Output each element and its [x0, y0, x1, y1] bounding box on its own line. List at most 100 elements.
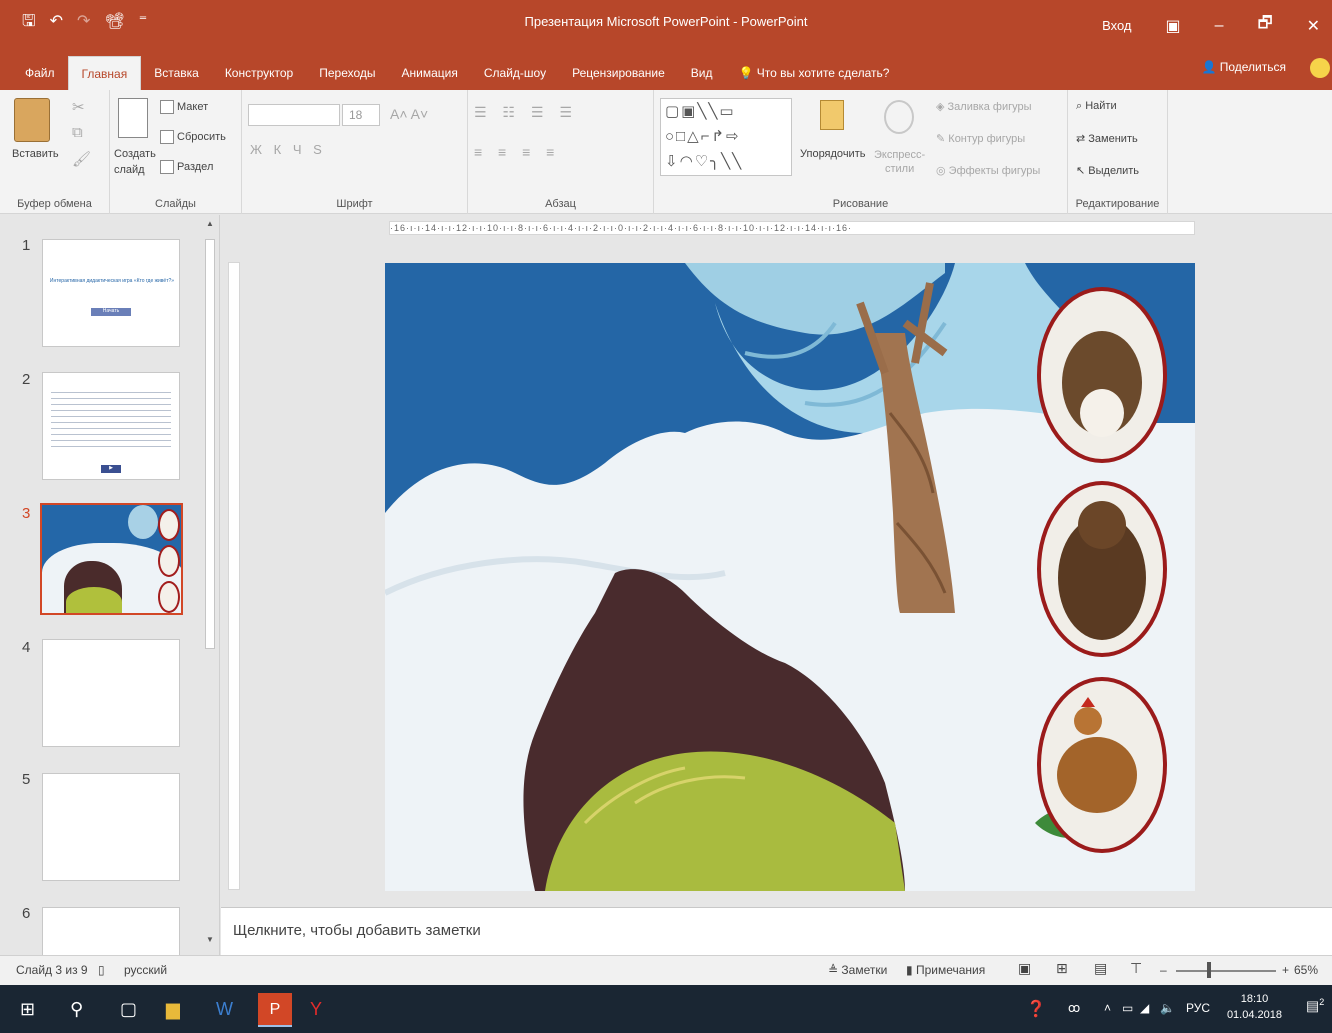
powerpoint-taskbar-icon[interactable]: P: [258, 993, 292, 1027]
language-indicator[interactable]: русский: [124, 963, 167, 977]
bear-oval[interactable]: [1037, 481, 1167, 657]
new-slide-button[interactable]: Создать слайд: [114, 146, 156, 178]
select-label: Выделить: [1088, 165, 1140, 177]
zoom-slider-thumb[interactable]: [1206, 962, 1211, 978]
reading-view-icon[interactable]: ▤: [1094, 960, 1107, 977]
slide-thumbnail-1[interactable]: Интерактивная дидактическая игра «Кто гд…: [42, 239, 180, 347]
minimize-button[interactable]: –: [1215, 17, 1224, 35]
slide-thumbnail-6[interactable]: [42, 907, 180, 955]
paste-icon[interactable]: [14, 98, 50, 142]
reset-button[interactable]: Сбросить: [160, 130, 226, 144]
shape-outline-button[interactable]: ✎ Контур фигуры: [936, 132, 1025, 145]
close-button[interactable]: ✕: [1307, 16, 1320, 36]
zoom-out-button[interactable]: –: [1160, 963, 1167, 977]
thumbnails-scrollbar[interactable]: ▲ ▼: [203, 215, 217, 955]
slide-thumbnail-5[interactable]: [42, 773, 180, 881]
action-center-icon[interactable]: ▤2: [1306, 997, 1324, 1015]
tab-1[interactable]: Главная: [67, 56, 142, 90]
fill-icon: ◈: [936, 101, 948, 113]
ribbon-display-options-icon[interactable]: ▣: [1166, 16, 1181, 36]
notes-toggle[interactable]: ≜ Заметки: [828, 963, 887, 977]
format-painter-icon[interactable]: 🖌: [72, 150, 91, 168]
task-view-icon[interactable]: ▢: [120, 999, 137, 1020]
restore-button[interactable]: 🗗: [1258, 12, 1273, 39]
zoom-in-button[interactable]: +: [1282, 963, 1289, 977]
file-explorer-icon[interactable]: ▆: [166, 999, 180, 1020]
tab-7[interactable]: Рецензирование: [559, 56, 678, 90]
windows-start-icon[interactable]: ⊞: [20, 999, 35, 1020]
italic-button[interactable]: К: [274, 142, 286, 157]
tab-8[interactable]: Вид: [678, 56, 726, 90]
new-slide-icon[interactable]: [118, 98, 148, 138]
paragraph-label: Абзац: [545, 198, 576, 210]
slide-thumbnail-3[interactable]: [40, 503, 183, 615]
share-button[interactable]: 👤 Поделиться: [1201, 60, 1286, 74]
people-icon[interactable]: ꝏ: [1068, 1001, 1080, 1015]
shapes-gallery[interactable]: ▢▣╲╲▭ ○□△⌐↱⇨ ⇩◠♡╮╲╲: [660, 98, 792, 176]
list-buttons-icon[interactable]: ☰ ☷ ☰ ☰: [474, 104, 578, 121]
search-icon[interactable]: ⚲: [70, 999, 83, 1020]
paste-button[interactable]: Вставить: [12, 148, 59, 160]
layout-button[interactable]: Макет: [160, 100, 208, 114]
shape-fill-button[interactable]: ◈ Заливка фигуры: [936, 100, 1032, 113]
underline-button[interactable]: Ч: [293, 142, 306, 157]
tab-2[interactable]: Вставка: [141, 56, 212, 90]
arrange-button[interactable]: Упорядочить: [800, 148, 865, 160]
spellcheck-icon[interactable]: ▯: [98, 963, 105, 977]
scroll-down-icon[interactable]: ▼: [204, 935, 216, 949]
signin-link[interactable]: Вход: [1102, 18, 1131, 33]
font-size-field[interactable]: 18: [342, 104, 380, 126]
zoom-slider[interactable]: [1176, 970, 1276, 972]
copy-icon[interactable]: ⧉: [72, 124, 83, 141]
effects-label: Эффекты фигуры: [948, 165, 1041, 177]
tell-me-search[interactable]: 💡 Что вы хотите сделать?: [725, 56, 902, 90]
section-button[interactable]: Раздел: [160, 160, 213, 174]
tab-4[interactable]: Переходы: [306, 56, 388, 90]
comments-toggle[interactable]: ▮ Примечания: [906, 963, 985, 977]
input-language[interactable]: РУС: [1186, 1001, 1210, 1015]
normal-view-icon[interactable]: ▣: [1018, 960, 1031, 977]
dog-oval[interactable]: [1037, 287, 1167, 463]
align-buttons-icon[interactable]: ≡ ≡ ≡ ≡: [474, 144, 560, 160]
help-icon[interactable]: ❓: [1026, 999, 1046, 1019]
editing-group: ⌕ Найти ⇄ Заменить ↖ Выделить Редактиров…: [1068, 90, 1168, 214]
font-format-buttons[interactable]: Ж К Ч S: [250, 142, 326, 157]
scroll-up-icon[interactable]: ▲: [204, 219, 216, 233]
feedback-smiley-icon[interactable]: [1310, 58, 1330, 78]
tab-6[interactable]: Слайд-шоу: [471, 56, 559, 90]
hen-oval[interactable]: [1037, 677, 1167, 853]
tray-chevron-icon[interactable]: ˄: [1104, 1001, 1111, 1015]
font-grow-icon[interactable]: A˄ A˅: [390, 106, 428, 122]
slide-thumbnail-4[interactable]: [42, 639, 180, 747]
notes-pane[interactable]: Щелкните, чтобы добавить заметки: [221, 907, 1332, 955]
battery-icon[interactable]: ▭: [1122, 1001, 1133, 1015]
find-button[interactable]: ⌕ Найти: [1076, 100, 1117, 113]
tab-5[interactable]: Анимация: [389, 56, 471, 90]
replace-button[interactable]: ⇄ Заменить: [1076, 132, 1138, 145]
slide-canvas[interactable]: [385, 263, 1195, 891]
tab-3[interactable]: Конструктор: [212, 56, 306, 90]
select-button[interactable]: ↖ Выделить: [1076, 164, 1139, 177]
slideshow-view-icon[interactable]: ⊤: [1130, 960, 1142, 977]
scrollbar-thumb[interactable]: [205, 239, 215, 649]
volume-icon[interactable]: 🔈: [1160, 1001, 1175, 1015]
tab-0[interactable]: Файл: [12, 56, 68, 90]
strikethrough-button[interactable]: S: [313, 142, 326, 157]
clock[interactable]: 18:10 01.04.2018: [1227, 991, 1282, 1023]
zoom-level[interactable]: 65%: [1294, 963, 1318, 977]
share-label: Поделиться: [1219, 60, 1286, 74]
shape-effects-button[interactable]: ◎ Эффекты фигуры: [936, 164, 1040, 177]
cut-icon[interactable]: ✂: [72, 98, 85, 116]
hen-icon: [1057, 737, 1137, 813]
quick-styles-button[interactable]: Экспресс- стили: [874, 148, 925, 176]
word-icon[interactable]: W: [216, 999, 233, 1020]
slide-sorter-icon[interactable]: ⊞: [1056, 960, 1068, 977]
arrange-icon[interactable]: [820, 100, 844, 130]
thumb-number: 5: [22, 771, 31, 788]
yandex-browser-icon[interactable]: Y: [310, 999, 322, 1020]
font-name-field[interactable]: [248, 104, 340, 126]
network-icon[interactable]: ◢: [1140, 1001, 1149, 1015]
bold-button[interactable]: Ж: [250, 142, 266, 157]
slide-thumbnail-2[interactable]: ▶: [42, 372, 180, 480]
quick-styles-icon[interactable]: [884, 100, 914, 134]
